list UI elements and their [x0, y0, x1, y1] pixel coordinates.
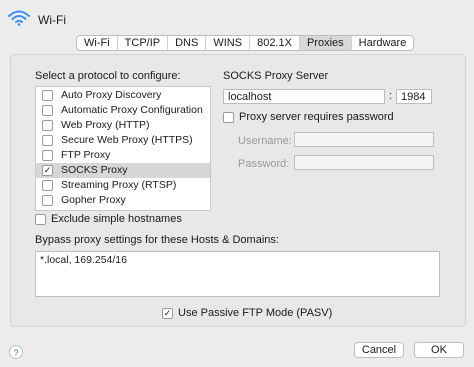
bypass-hosts-textarea[interactable]: *.local, 169.254/16 — [35, 251, 440, 297]
exclude-simple-hostnames-checkbox[interactable] — [35, 213, 46, 225]
protocol-checkbox-checked[interactable]: ✓ — [42, 165, 53, 176]
protocol-label: Streaming Proxy (RTSP) — [61, 179, 177, 191]
tab-hardware[interactable]: Hardware — [352, 36, 414, 50]
protocol-label: Gopher Proxy — [61, 194, 126, 206]
protocol-checkbox[interactable] — [42, 195, 53, 206]
protocol-checkbox[interactable] — [42, 90, 53, 101]
help-button[interactable]: ? — [9, 345, 23, 359]
protocol-checkbox[interactable] — [42, 120, 53, 131]
protocol-item[interactable]: Auto Proxy Discovery — [36, 88, 210, 103]
tab-bar: Wi-Fi TCP/IP DNS WINS 802.1X Proxies Har… — [76, 35, 415, 51]
protocol-label: Automatic Proxy Configuration — [61, 104, 203, 116]
protocol-item[interactable]: Gopher Proxy — [36, 193, 210, 208]
tab-wifi[interactable]: Wi-Fi — [77, 36, 118, 50]
exclude-simple-hostnames-row[interactable]: Exclude simple hostnames — [35, 213, 182, 225]
protocol-checkbox[interactable] — [42, 180, 53, 191]
proxy-port-input[interactable]: 1984 — [396, 89, 432, 104]
protocol-item[interactable]: Automatic Proxy Configuration — [36, 103, 210, 118]
passive-ftp-label: Use Passive FTP Mode (PASV) — [178, 307, 333, 319]
protocol-label: Auto Proxy Discovery — [61, 89, 162, 101]
passive-ftp-checkbox[interactable]: ✓ — [162, 307, 173, 319]
protocol-heading: Select a protocol to configure: — [35, 70, 181, 82]
title-bar: Wi-Fi — [0, 0, 474, 34]
protocol-label: Secure Web Proxy (HTTPS) — [61, 134, 193, 146]
ok-button[interactable]: OK — [414, 342, 464, 358]
tab-proxies[interactable]: Proxies — [299, 36, 352, 50]
password-field[interactable] — [294, 155, 434, 170]
protocol-item[interactable]: FTP Proxy — [36, 148, 210, 163]
proxy-server-input[interactable]: localhost — [223, 89, 385, 104]
password-label: Password: — [238, 158, 290, 170]
protocol-checkbox[interactable] — [42, 135, 53, 146]
protocol-item[interactable]: Web Proxy (HTTP) — [36, 118, 210, 133]
protocol-item[interactable]: Streaming Proxy (RTSP) — [36, 178, 210, 193]
protocol-item[interactable]: Secure Web Proxy (HTTPS) — [36, 133, 210, 148]
tab-8021x[interactable]: 802.1X — [250, 36, 300, 50]
cancel-button[interactable]: Cancel — [354, 342, 404, 358]
protocol-label: Web Proxy (HTTP) — [61, 119, 150, 131]
socks-heading: SOCKS Proxy Server — [223, 70, 329, 82]
tab-dns[interactable]: DNS — [168, 36, 207, 50]
protocol-label: SOCKS Proxy — [61, 164, 128, 176]
protocol-checkbox[interactable] — [42, 105, 53, 116]
tab-wins[interactable]: WINS — [206, 36, 251, 50]
passive-ftp-row[interactable]: ✓ Use Passive FTP Mode (PASV) — [162, 307, 332, 319]
requires-password-label: Proxy server requires password — [239, 111, 394, 123]
protocol-item-selected[interactable]: ✓ SOCKS Proxy — [36, 163, 210, 178]
protocol-checkbox[interactable] — [42, 150, 53, 161]
bypass-label: Bypass proxy settings for these Hosts & … — [35, 234, 279, 246]
requires-password-checkbox[interactable] — [223, 111, 234, 123]
wifi-icon — [8, 10, 30, 26]
protocol-list[interactable]: Auto Proxy Discovery Automatic Proxy Con… — [35, 86, 211, 211]
username-field[interactable] — [294, 132, 434, 147]
window-title: Wi-Fi — [38, 13, 66, 27]
protocol-label: FTP Proxy — [61, 149, 111, 161]
exclude-simple-hostnames-label: Exclude simple hostnames — [51, 213, 182, 225]
requires-password-row[interactable]: Proxy server requires password — [223, 111, 394, 123]
username-label: Username: — [238, 135, 292, 147]
port-separator: : — [389, 90, 393, 102]
tab-tcpip[interactable]: TCP/IP — [118, 36, 169, 50]
